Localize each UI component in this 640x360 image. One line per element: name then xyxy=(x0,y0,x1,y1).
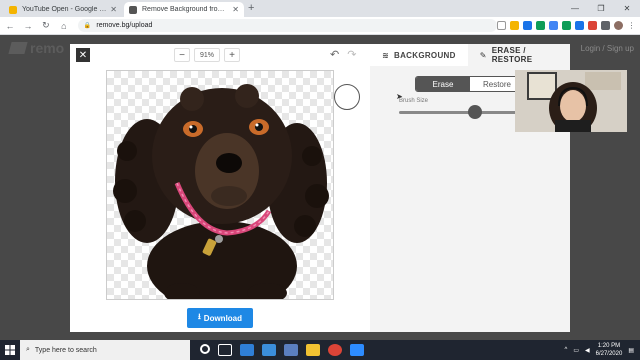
search-icon: ⌕ xyxy=(26,346,30,353)
slider-handle[interactable] xyxy=(467,105,482,119)
browser-toolbar: ← → ↻ ⌂ 🔒 remove.bg/upload ⋮ xyxy=(0,17,640,35)
zoom-out-button[interactable]: − xyxy=(174,48,190,62)
tab-title: Remove Background from Imag xyxy=(142,6,229,13)
download-icon: ⭳ xyxy=(197,312,201,321)
chevron-up-icon[interactable]: ^ xyxy=(565,347,568,353)
extension-icon[interactable] xyxy=(523,21,533,30)
window-controls: — ❐ ✕ xyxy=(562,0,640,17)
login-link[interactable]: Login / Sign up xyxy=(581,44,634,53)
mail-icon[interactable] xyxy=(262,344,276,356)
extension-icon[interactable] xyxy=(601,21,611,30)
windows-taskbar: ⌕ Type here to search ^ ▭ ◀ 1:20 PM 6/27… xyxy=(0,340,640,360)
tab-close-icon[interactable]: ✕ xyxy=(232,5,239,14)
erase-button[interactable]: Erase xyxy=(416,77,470,91)
download-button[interactable]: ⭳ Download xyxy=(187,308,253,328)
address-bar[interactable]: 🔒 remove.bg/upload xyxy=(77,19,498,32)
back-button[interactable]: ← xyxy=(2,21,18,31)
tab-label: ERASE / RESTORE xyxy=(491,46,533,64)
clock-date: 6/27/2020 xyxy=(595,351,623,357)
zoom-icon[interactable] xyxy=(350,344,364,356)
extension-icon[interactable] xyxy=(549,21,559,30)
zoom-controls: − 91% + xyxy=(174,48,240,62)
logo-mark-icon xyxy=(8,42,28,54)
windows-logo-icon xyxy=(5,345,15,355)
removebg-favicon-icon xyxy=(129,5,137,14)
volume-icon[interactable]: ◀ xyxy=(585,347,590,354)
close-window-button[interactable]: ✕ xyxy=(614,0,640,17)
chrome-icon[interactable] xyxy=(328,344,342,356)
forward-button[interactable]: → xyxy=(20,21,36,31)
home-button[interactable]: ⌂ xyxy=(56,21,72,31)
new-tab-button[interactable]: + xyxy=(248,2,254,14)
maximize-button[interactable]: ❐ xyxy=(588,0,614,17)
taskbar-search-input[interactable]: ⌕ Type here to search xyxy=(20,340,190,360)
explorer-icon[interactable] xyxy=(306,344,320,356)
extension-icon[interactable] xyxy=(562,21,572,30)
tab-close-icon[interactable]: ✕ xyxy=(110,5,117,14)
network-icon[interactable]: ▭ xyxy=(573,347,579,354)
system-tray: ^ ▭ ◀ 1:20 PM 6/27/2020 ▤ xyxy=(565,342,640,358)
presenter-video xyxy=(515,70,627,132)
dog-image xyxy=(113,84,329,299)
taskbar-apps xyxy=(200,344,364,356)
search-placeholder: Type here to search xyxy=(34,346,97,354)
url-text: remove.bg/upload xyxy=(96,22,153,29)
minimize-button[interactable]: — xyxy=(562,0,588,17)
notifications-icon[interactable]: ▤ xyxy=(628,347,634,354)
webcam-overlay xyxy=(515,70,627,132)
extension-icon[interactable] xyxy=(536,21,546,30)
site-logo: remo xyxy=(8,40,65,56)
zoom-value: 91% xyxy=(194,48,220,62)
download-label: Download xyxy=(203,313,243,323)
store-icon[interactable] xyxy=(284,344,298,356)
zoom-in-button[interactable]: + xyxy=(224,48,240,62)
clock[interactable]: 1:20 PM 6/27/2020 xyxy=(596,342,623,358)
mode-toggle: Erase Restore xyxy=(415,76,525,92)
lock-icon: 🔒 xyxy=(83,23,92,29)
close-editor-button[interactable]: ✕ xyxy=(76,48,90,62)
cortana-icon[interactable] xyxy=(200,344,210,354)
menu-icon[interactable]: ⋮ xyxy=(627,21,637,30)
tab-title: YouTube Open - Google Slides xyxy=(22,6,108,13)
reload-button[interactable]: ↻ xyxy=(38,20,54,31)
brush-icon: ✎ xyxy=(479,50,487,60)
brush-size-label: Brush Size xyxy=(399,98,429,104)
task-view-icon[interactable] xyxy=(218,344,232,356)
tab-remove-bg[interactable]: Remove Background from Imag ✕ xyxy=(124,2,244,17)
redo-icon[interactable]: ↷ xyxy=(347,48,356,61)
brush-size-slider[interactable] xyxy=(399,111,519,114)
panel-tabs: ≋ BACKGROUND ✎ ERASE / RESTORE xyxy=(370,44,570,66)
browser-tabstrip: YouTube Open - Google Slides ✕ Remove Ba… xyxy=(0,0,640,17)
extension-icon[interactable] xyxy=(510,21,520,30)
tab-google-slides[interactable]: YouTube Open - Google Slides ✕ xyxy=(4,2,122,17)
star-icon[interactable] xyxy=(497,21,507,30)
profile-avatar[interactable] xyxy=(614,21,624,30)
edge-icon[interactable] xyxy=(240,344,254,356)
logo-text: remo xyxy=(30,40,65,56)
tab-background[interactable]: ≋ BACKGROUND xyxy=(370,44,468,66)
extension-icon[interactable] xyxy=(588,21,598,30)
tab-label: BACKGROUND xyxy=(394,50,456,60)
image-canvas[interactable] xyxy=(106,70,334,300)
extension-icon[interactable] xyxy=(575,21,585,30)
slides-favicon-icon xyxy=(9,5,17,14)
layers-icon: ≋ xyxy=(382,50,390,60)
undo-icon[interactable]: ↶ xyxy=(330,48,339,61)
clock-time: 1:20 PM xyxy=(597,343,621,349)
extensions-bar: ⋮ xyxy=(497,21,637,30)
brush-cursor xyxy=(334,84,360,110)
tab-erase-restore[interactable]: ✎ ERASE / RESTORE xyxy=(467,44,570,66)
history-controls: ↶ ↷ xyxy=(330,48,356,61)
start-button[interactable] xyxy=(0,345,20,355)
